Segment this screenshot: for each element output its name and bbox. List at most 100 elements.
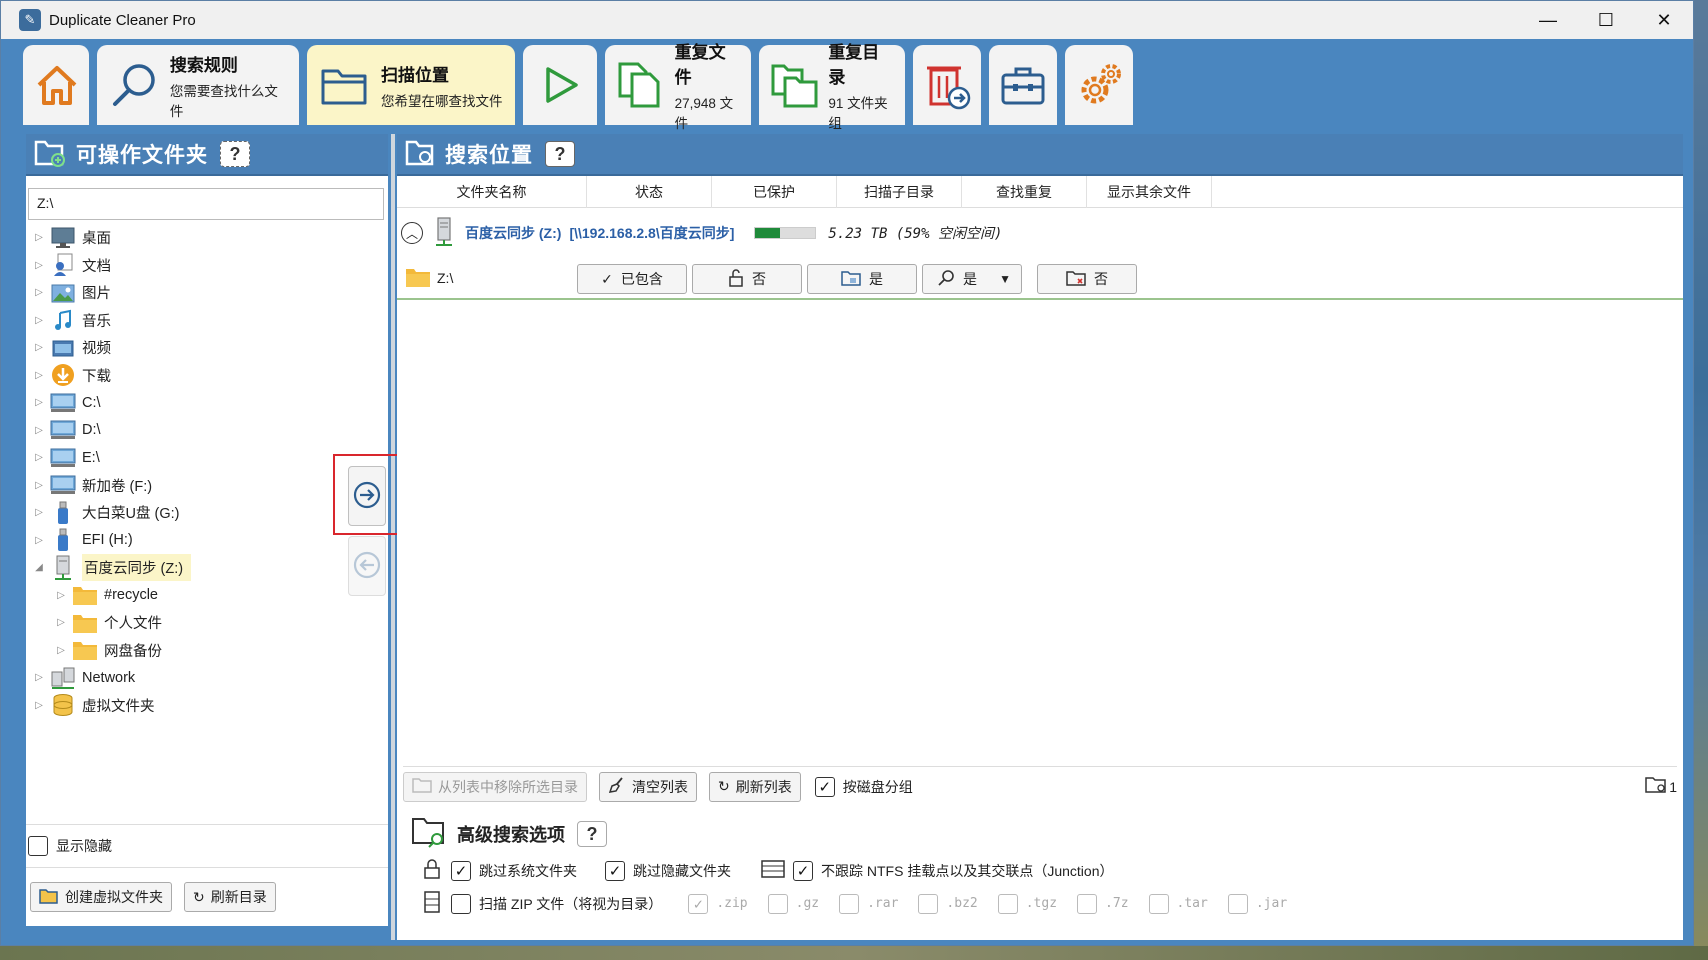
tools-button[interactable] bbox=[989, 45, 1057, 125]
left-help-button[interactable]: ? bbox=[220, 141, 250, 167]
expand-arrow-icon[interactable]: ▷ bbox=[54, 617, 68, 628]
duplicate-files-button[interactable]: 重复文件 27,948 文件 bbox=[605, 43, 751, 131]
extension-option[interactable]: .bz2 bbox=[918, 893, 978, 914]
extension-checkbox[interactable]: ✓ bbox=[688, 893, 709, 914]
expand-arrow-icon[interactable]: ▷ bbox=[32, 535, 46, 546]
refresh-list-button[interactable]: ↻ 刷新列表 bbox=[709, 771, 801, 802]
tree-item[interactable]: ▷ 图片 bbox=[26, 279, 388, 307]
expand-arrow-icon[interactable]: ▷ bbox=[32, 425, 46, 436]
settings-button[interactable] bbox=[1065, 45, 1133, 125]
col-status[interactable]: 状态 bbox=[587, 176, 712, 208]
find-duplicates-dropdown[interactable]: 是 ▼ bbox=[922, 264, 1022, 294]
duplicate-dirs-button[interactable]: 重复目录 91 文件夹组 bbox=[759, 43, 905, 131]
extension-checkbox[interactable] bbox=[839, 893, 860, 914]
tree-item[interactable]: ▷ #recycle bbox=[26, 582, 388, 610]
tree-item[interactable]: ◢ 百度云同步 (Z:) bbox=[26, 554, 388, 582]
tree-item[interactable]: ▷ Network bbox=[26, 664, 388, 692]
search-folder-row[interactable]: Z:\ ✓ 已包含 否 是 是 ▼ 否 bbox=[397, 258, 1683, 300]
panel-splitter[interactable] bbox=[391, 134, 395, 940]
right-help-button[interactable]: ? bbox=[545, 141, 575, 167]
advanced-title: 高级搜索选项 bbox=[457, 825, 565, 845]
expand-arrow-icon[interactable]: ▷ bbox=[32, 452, 46, 463]
extension-option[interactable]: .rar bbox=[839, 893, 898, 914]
expand-arrow-icon[interactable]: ▷ bbox=[32, 507, 46, 518]
maximize-button[interactable]: ☐ bbox=[1577, 1, 1635, 39]
tree-item-label: 大白菜U盘 (G:) bbox=[82, 506, 180, 523]
expand-arrow-icon[interactable]: ▷ bbox=[54, 590, 68, 601]
status-included-button[interactable]: ✓ 已包含 bbox=[577, 264, 687, 294]
col-show-remaining[interactable]: 显示其余文件 bbox=[1087, 176, 1212, 208]
expand-arrow-icon[interactable]: ▷ bbox=[32, 397, 46, 408]
expand-arrow-icon[interactable]: ▷ bbox=[32, 700, 46, 711]
clear-list-button[interactable]: 清空列表 bbox=[599, 771, 697, 802]
tree-item[interactable]: ▷ 网盘备份 bbox=[26, 637, 388, 665]
create-virtual-folder-button[interactable]: 创建虚拟文件夹 bbox=[30, 882, 172, 912]
show-hidden-checkbox-row[interactable]: 显示隐藏 bbox=[26, 831, 388, 861]
expand-arrow-icon[interactable]: ▷ bbox=[32, 672, 46, 683]
tree-item[interactable]: ▷ 文档 bbox=[26, 252, 388, 280]
extension-checkbox[interactable] bbox=[1077, 893, 1098, 914]
drive-name[interactable]: 百度云同步 (Z:) bbox=[465, 223, 561, 243]
extension-checkbox[interactable] bbox=[767, 893, 788, 914]
scan-location-button[interactable]: 扫描位置 您希望在哪查找文件 bbox=[307, 45, 515, 125]
collapse-icon[interactable]: ︿ bbox=[401, 222, 423, 244]
show-remaining-toggle-button[interactable]: 否 bbox=[1037, 264, 1137, 294]
expand-arrow-icon[interactable]: ▷ bbox=[32, 342, 46, 353]
home-button[interactable] bbox=[23, 45, 89, 125]
tree-item[interactable]: ▷ 视频 bbox=[26, 334, 388, 362]
extension-checkbox[interactable] bbox=[997, 893, 1018, 914]
tree-item[interactable]: ▷ 桌面 bbox=[26, 224, 388, 252]
group-by-disk-checkbox[interactable]: ✓ bbox=[814, 776, 835, 797]
extension-option[interactable]: .tgz bbox=[997, 893, 1057, 914]
protected-toggle-button[interactable]: 否 bbox=[692, 264, 802, 294]
tree-item[interactable]: ▷ 虚拟文件夹 bbox=[26, 692, 388, 720]
expand-arrow-icon[interactable]: ▷ bbox=[32, 260, 46, 271]
extension-option[interactable]: .gz bbox=[767, 893, 819, 914]
show-hidden-checkbox[interactable] bbox=[28, 836, 48, 856]
skip-system-checkbox[interactable]: ✓ bbox=[451, 860, 471, 881]
ntfs-junction-checkbox[interactable]: ✓ bbox=[793, 860, 813, 881]
start-scan-button[interactable] bbox=[523, 45, 597, 125]
tree-item-label: 视频 bbox=[82, 341, 111, 358]
tree-item[interactable]: ▷ 下载 bbox=[26, 362, 388, 390]
col-folder-name[interactable]: 文件夹名称 bbox=[397, 176, 587, 208]
expand-arrow-icon[interactable]: ▷ bbox=[32, 287, 46, 298]
expanded-arrow-icon[interactable]: ◢ bbox=[32, 562, 46, 573]
group-by-disk-checkbox-row[interactable]: ✓ 按磁盘分组 bbox=[813, 772, 913, 802]
col-find-duplicates[interactable]: 查找重复 bbox=[962, 176, 1087, 208]
extension-checkbox[interactable] bbox=[1227, 893, 1248, 914]
search-rules-button[interactable]: 搜索规则 您需要查找什么文件 bbox=[97, 45, 299, 125]
extension-option[interactable]: .jar bbox=[1227, 893, 1287, 914]
expand-arrow-icon[interactable]: ▷ bbox=[32, 232, 46, 243]
col-protected[interactable]: 已保护 bbox=[712, 176, 837, 208]
remove-from-search-button[interactable] bbox=[348, 536, 386, 596]
expand-arrow-icon[interactable]: ▷ bbox=[32, 370, 46, 381]
expand-arrow-icon[interactable]: ▷ bbox=[54, 645, 68, 656]
remove-selected-button[interactable]: 从列表中移除所选目录 bbox=[403, 771, 587, 802]
skip-hidden-checkbox[interactable]: ✓ bbox=[605, 860, 625, 881]
search-rules-title: 搜索规则 bbox=[169, 55, 238, 75]
advanced-help-button[interactable]: ? bbox=[577, 821, 607, 847]
refresh-directory-button[interactable]: ↻ 刷新目录 bbox=[184, 882, 276, 912]
tree-item[interactable]: ▷ 音乐 bbox=[26, 307, 388, 335]
drive-unc-path[interactable]: [\\192.168.2.8\百度云同步] bbox=[569, 223, 734, 243]
tree-item[interactable]: ▷ C:\ bbox=[26, 389, 388, 417]
extension-checkbox[interactable] bbox=[1148, 893, 1169, 914]
expand-arrow-icon[interactable]: ▷ bbox=[32, 315, 46, 326]
scan-subdirs-toggle-button[interactable]: 是 bbox=[807, 264, 917, 294]
add-to-search-button[interactable] bbox=[348, 466, 386, 526]
drive-usage-bar bbox=[754, 227, 817, 239]
col-scan-subdirs[interactable]: 扫描子目录 bbox=[837, 176, 962, 208]
minimize-button[interactable]: — bbox=[1519, 1, 1577, 39]
scan-zip-checkbox[interactable] bbox=[451, 893, 471, 914]
extension-option[interactable]: .tar bbox=[1148, 893, 1208, 914]
expand-arrow-icon[interactable]: ▷ bbox=[32, 480, 46, 491]
delete-button[interactable] bbox=[913, 45, 981, 125]
tree-item[interactable]: ▷ 个人文件 bbox=[26, 609, 388, 637]
folder-path-input[interactable]: Z:\ bbox=[28, 188, 384, 220]
tree-item[interactable]: ▷ D:\ bbox=[26, 417, 388, 445]
extension-option[interactable]: .7z bbox=[1077, 893, 1129, 914]
extension-option[interactable]: ✓ .zip bbox=[688, 893, 748, 914]
extension-checkbox[interactable] bbox=[918, 893, 939, 914]
close-button[interactable]: ✕ bbox=[1635, 1, 1693, 39]
